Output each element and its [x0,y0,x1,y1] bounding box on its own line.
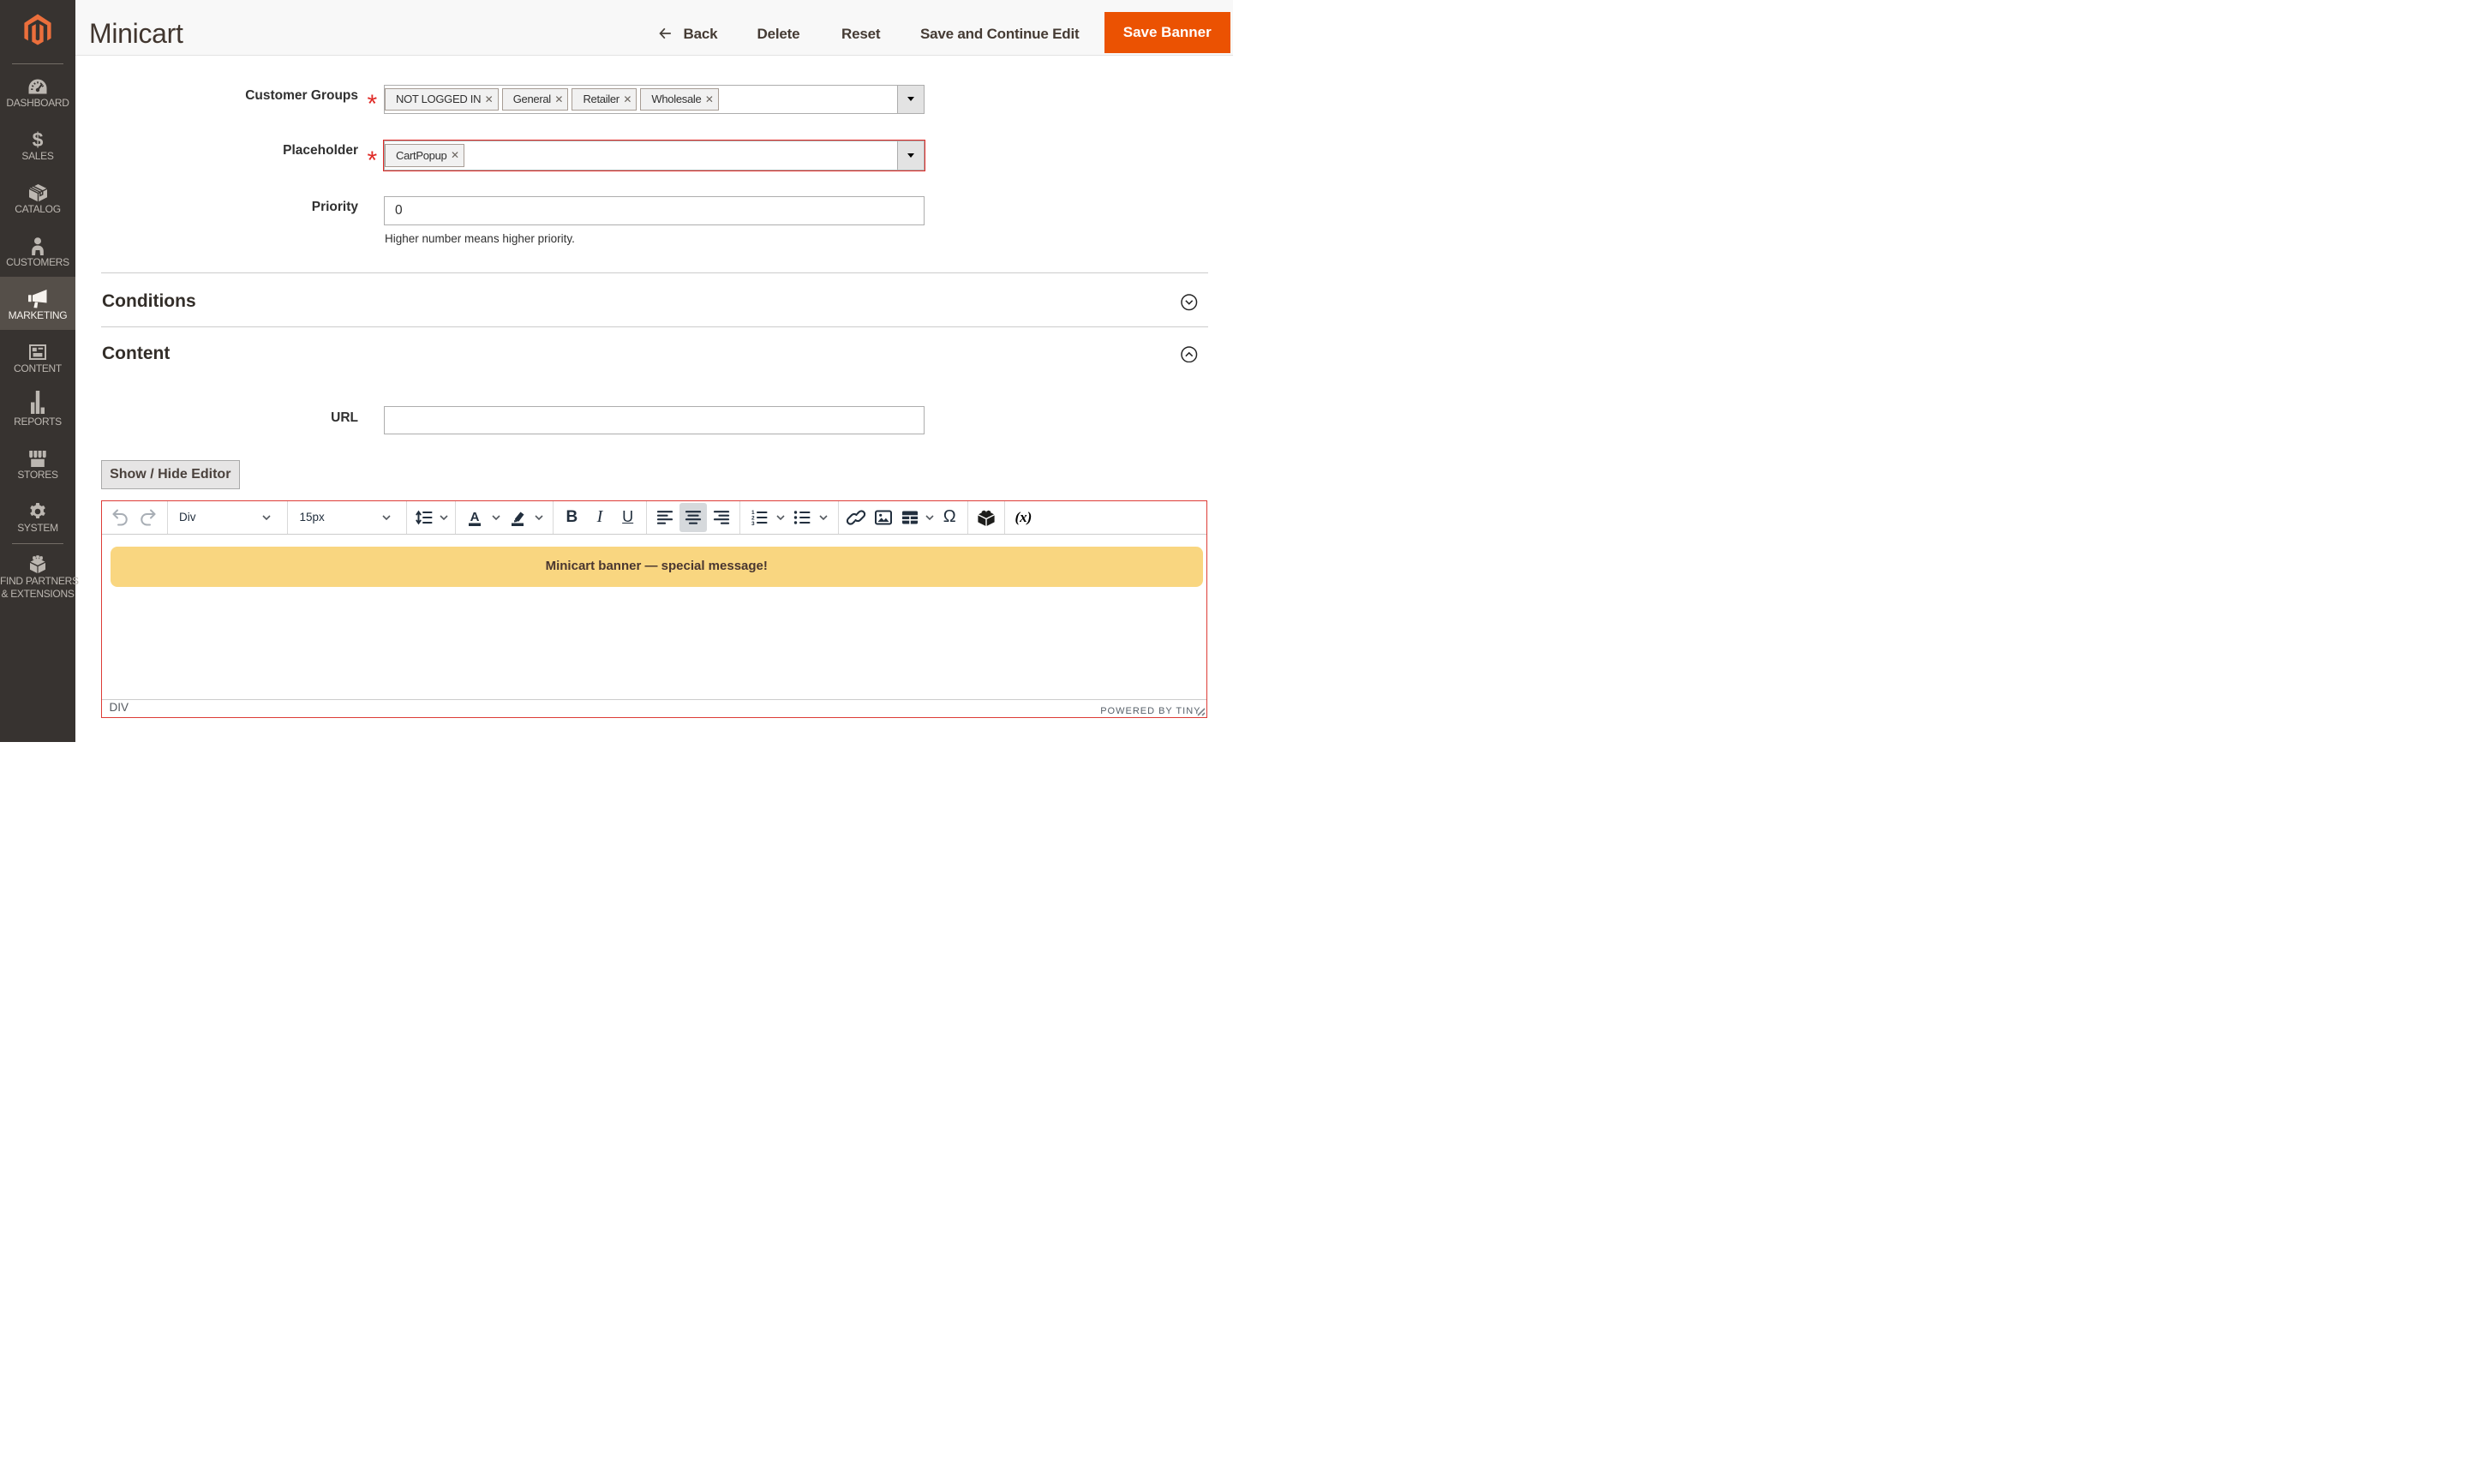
svg-text:A: A [470,510,479,524]
svg-text:3: 3 [751,521,755,527]
